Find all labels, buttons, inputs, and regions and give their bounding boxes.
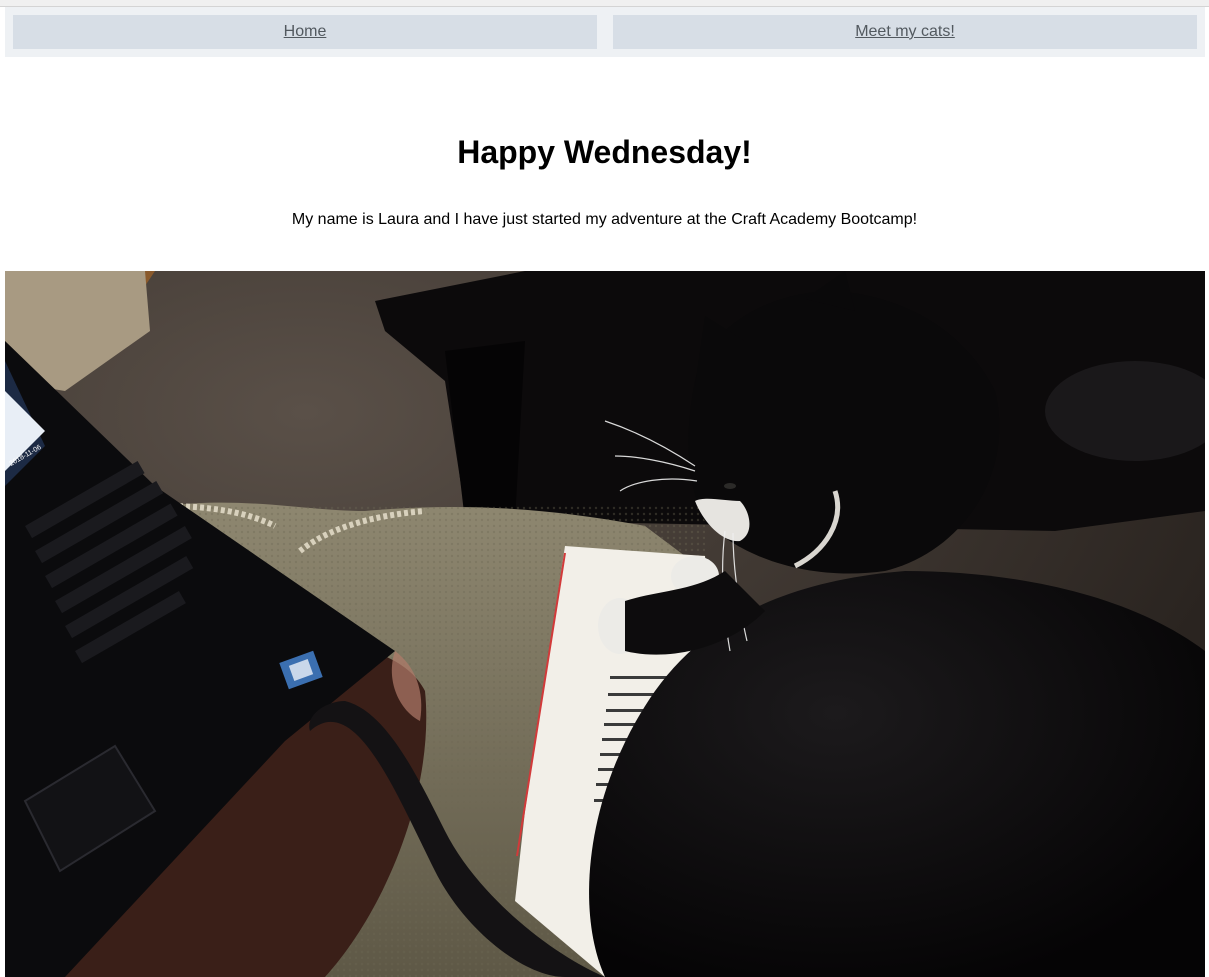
browser-top-edge [0, 0, 1209, 7]
nav-link-home[interactable]: Home [13, 15, 597, 49]
navbar: Home Meet my cats! [5, 7, 1205, 57]
cat-eye [724, 483, 736, 489]
cat-photo: 2018-11-06 [5, 271, 1205, 977]
intro-text: My name is Laura and I have just started… [291, 211, 918, 228]
nav-link-meet-my-cats[interactable]: Meet my cats! [613, 15, 1197, 49]
page-title: Happy Wednesday! [457, 134, 752, 170]
